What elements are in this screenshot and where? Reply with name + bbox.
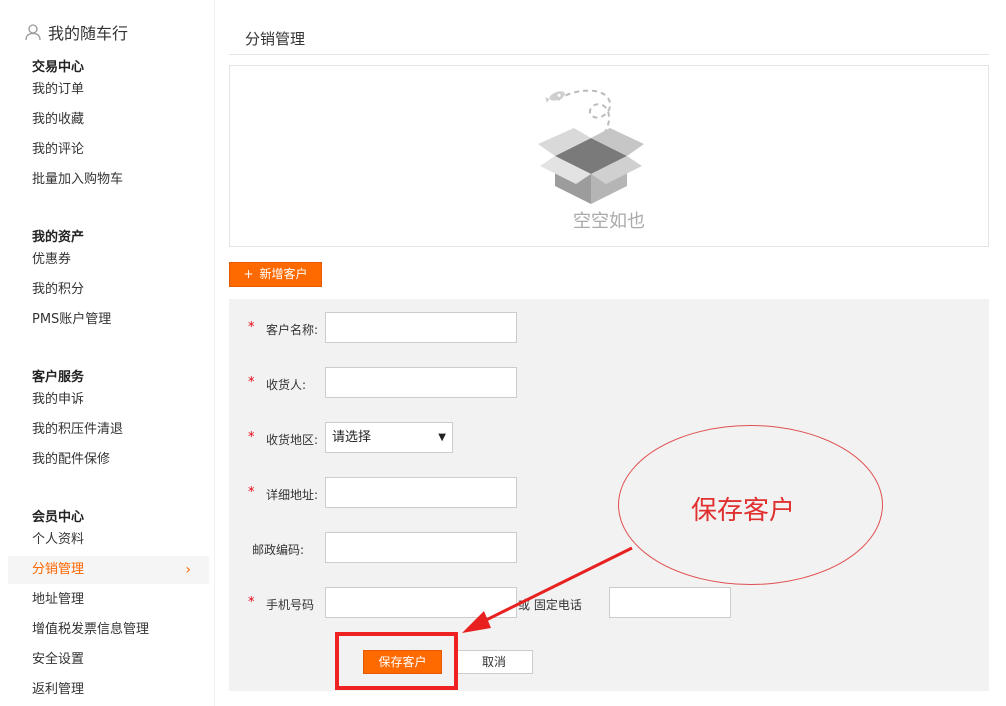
cancel-button[interactable]: 取消: [455, 650, 533, 674]
group-title-service: 客户服务: [32, 370, 85, 385]
add-customer-button[interactable]: + 新增客户: [229, 262, 322, 287]
user-icon: [25, 24, 41, 41]
region-select[interactable]: 请选择 ▼: [325, 422, 453, 453]
sidebar: 我的随车行 交易中心 我的订单 我的收藏 我的评论 批量加入购物车 我的资产 优…: [0, 0, 215, 706]
sidebar-item-warranty[interactable]: 我的配件保修: [8, 446, 209, 474]
sidebar-item-favorites[interactable]: 我的收藏: [8, 106, 209, 134]
page-title: 分销管理: [245, 30, 306, 48]
customer-name-label: 客户名称:: [266, 323, 319, 337]
caret-down-icon: ▼: [438, 432, 446, 443]
sidebar-item-appeals[interactable]: 我的申诉: [8, 386, 209, 414]
sidebar-header[interactable]: 我的随车行: [24, 20, 128, 44]
sidebar-item-coupons[interactable]: 优惠券: [8, 246, 209, 274]
required-mark: *: [248, 375, 255, 390]
empty-text: 空空如也: [573, 211, 645, 232]
address-label: 详细地址:: [266, 488, 319, 502]
sidebar-item-rebate[interactable]: 返利管理: [8, 676, 209, 704]
region-select-value: 请选择: [332, 430, 372, 445]
sidebar-item-pms-account[interactable]: PMS账户管理: [8, 306, 209, 334]
group-title-member: 会员中心: [32, 510, 85, 525]
annotation-text: 保存客户: [690, 496, 795, 526]
consignee-label: 收货人:: [266, 378, 307, 392]
required-mark: *: [248, 485, 255, 500]
title-divider: [229, 54, 989, 55]
plus-icon: +: [243, 267, 254, 281]
postcode-input[interactable]: [325, 532, 517, 563]
region-label: 收货地区:: [266, 433, 319, 447]
sidebar-item-orders[interactable]: 我的订单: [8, 76, 209, 104]
empty-box-icon: [538, 89, 644, 204]
required-mark: *: [248, 430, 255, 445]
sidebar-item-overstock[interactable]: 我的积压件清退: [8, 416, 209, 444]
highlight-box: [335, 632, 458, 690]
sidebar-title: 我的随车行: [48, 24, 129, 43]
address-input[interactable]: [325, 477, 517, 508]
required-mark: *: [248, 595, 255, 610]
sidebar-item-invoice[interactable]: 增值税发票信息管理: [8, 616, 209, 644]
sidebar-item-security[interactable]: 安全设置: [8, 646, 209, 674]
chevron-right-icon: ›: [185, 562, 191, 578]
sidebar-item-label: 分销管理: [32, 562, 85, 577]
sidebar-item-profile[interactable]: 个人资料: [8, 526, 209, 554]
group-title-assets: 我的资产: [32, 230, 85, 245]
sidebar-item-distribution[interactable]: 分销管理 ›: [8, 556, 209, 584]
sidebar-item-address[interactable]: 地址管理: [8, 586, 209, 614]
add-customer-label: 新增客户: [259, 267, 308, 281]
landline-input[interactable]: [609, 587, 731, 618]
required-mark: *: [248, 320, 255, 335]
consignee-input[interactable]: [325, 367, 517, 398]
mobile-input[interactable]: [325, 587, 517, 618]
customer-name-input[interactable]: [325, 312, 517, 343]
empty-state: 空空如也: [229, 65, 989, 247]
postcode-label: 邮政编码:: [252, 543, 305, 557]
sidebar-item-points[interactable]: 我的积分: [8, 276, 209, 304]
mobile-label: 手机号码: [266, 598, 315, 612]
sidebar-item-reviews[interactable]: 我的评论: [8, 136, 209, 164]
group-title-trade: 交易中心: [32, 60, 85, 75]
landline-label: 或 固定电话: [518, 598, 582, 612]
sidebar-item-bulk-cart[interactable]: 批量加入购物车: [8, 166, 209, 194]
